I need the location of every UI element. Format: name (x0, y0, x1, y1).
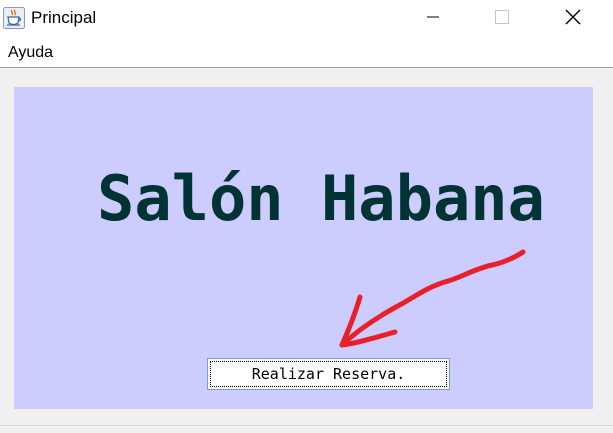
title-bar[interactable]: Principal (0, 0, 613, 38)
main-panel: Salón Habana Realizar Reserva. (14, 87, 593, 409)
maximize-icon (495, 9, 509, 29)
realizar-reserva-button[interactable]: Realizar Reserva. (207, 358, 450, 390)
minimize-button[interactable] (410, 0, 456, 38)
headline-title: Salón Habana (97, 162, 545, 235)
realizar-reserva-label: Realizar Reserva. (210, 361, 447, 387)
app-window: Principal Ayuda Salón Habana Realizar Re… (0, 0, 613, 433)
java-cup-icon (3, 7, 25, 29)
window-title: Principal (31, 8, 97, 27)
maximize-button[interactable] (479, 0, 525, 38)
close-icon (565, 9, 581, 30)
close-button[interactable] (550, 0, 596, 38)
window-bottom-edge (0, 425, 613, 433)
menu-bar: Ayuda (0, 38, 613, 68)
minimize-icon (427, 10, 439, 28)
menu-ayuda[interactable]: Ayuda (8, 44, 53, 62)
